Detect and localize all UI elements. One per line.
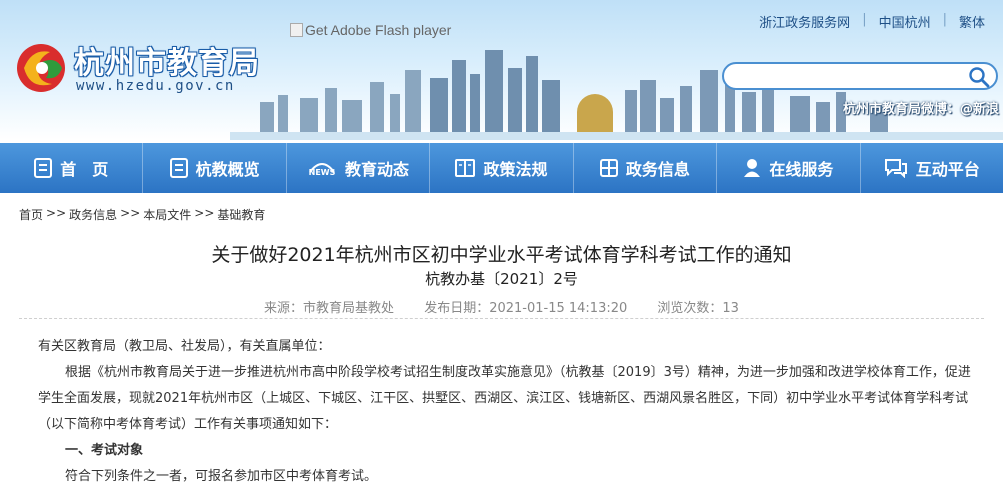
doc-icon	[169, 158, 188, 178]
section-heading: 一、考试对象	[65, 443, 144, 458]
link-china-hangzhou[interactable]: 中国杭州	[879, 12, 931, 31]
site-name: 杭州市教育局	[74, 46, 260, 81]
link-zhejiang-gov[interactable]: 浙江政务服务网	[759, 12, 850, 31]
weibo-link[interactable]: 杭州市教育局微博：@新浪	[843, 98, 999, 117]
salutation: 有关区教育局（教卫局、社发局），有关直属单位：	[38, 339, 331, 354]
flash-alt-text: Get Adobe Flash player	[305, 22, 452, 38]
nav-interaction[interactable]: 互动平台	[861, 143, 1003, 193]
city-skyline-image	[230, 50, 1003, 140]
flash-player-placeholder[interactable]: Get Adobe Flash player	[290, 22, 451, 38]
article-source: 来源：市教育局基教处	[264, 301, 395, 316]
breadcrumb-home[interactable]: 首页	[19, 206, 43, 223]
broken-image-icon	[290, 23, 303, 37]
site-logo[interactable]: 杭州市教育局 www.hzedu.gov.cn	[12, 38, 272, 98]
breadcrumb: 首页 >> 政务信息 >> 本局文件 >> 基础教育	[19, 206, 265, 223]
search-icon[interactable]	[968, 66, 990, 88]
breadcrumb-basic-education[interactable]: 基础教育	[217, 206, 265, 223]
nav-home-label: 首 页	[60, 160, 109, 179]
nav-overview[interactable]: 杭教概览	[143, 143, 287, 193]
article-title: 关于做好2021年杭州市区初中学业水平考试体育学科考试工作的通知	[211, 244, 792, 266]
person-icon	[744, 159, 761, 177]
svg-text:NEWS: NEWS	[309, 168, 336, 177]
nav-policy-label: 政策法规	[483, 160, 548, 179]
nav-overview-label: 杭教概览	[195, 160, 260, 179]
nav-online-service[interactable]: 在线服务	[717, 143, 861, 193]
link-separator: |	[942, 12, 947, 27]
nav-home[interactable]: 首 页	[0, 143, 144, 193]
nav-news[interactable]: NEWS 教育动态	[287, 143, 431, 193]
doc-icon	[34, 158, 53, 178]
book-icon	[455, 159, 476, 177]
search-box	[722, 62, 998, 90]
header-banner: 杭州市教育局 www.hzedu.gov.cn Get Adobe Flash …	[0, 0, 1003, 140]
body-paragraph: 符合下列条件之一者，可报名参加市区中考体育考试。	[65, 469, 378, 484]
logo-emblem-icon	[17, 44, 65, 92]
main-nav: 首 页 杭教概览 NEWS 教育动态 政策法规 政务信息 在线服务 互动平台	[0, 143, 1003, 193]
nav-gov-info[interactable]: 政务信息	[574, 143, 718, 193]
news-icon: NEWS	[309, 163, 336, 177]
breadcrumb-separator: >>	[120, 206, 141, 220]
breadcrumb-separator: >>	[194, 206, 215, 220]
breadcrumb-separator: >>	[46, 206, 67, 220]
nav-online-service-label: 在线服务	[769, 160, 834, 179]
nav-policy[interactable]: 政策法规	[430, 143, 574, 193]
link-separator: |	[862, 12, 867, 27]
article-meta: 来源：市教育局基教处 发布日期：2021-01-15 14:13:20 浏览次数…	[0, 297, 1003, 316]
article-publish-date: 发布日期：2021-01-15 14:13:20	[424, 301, 628, 316]
article-views: 浏览次数：13	[657, 301, 739, 316]
nav-interaction-label: 互动平台	[915, 160, 980, 179]
breadcrumb-gov-info[interactable]: 政务信息	[69, 206, 117, 223]
link-traditional-chinese[interactable]: 繁体	[959, 12, 985, 31]
grid-icon	[599, 159, 618, 177]
document-number: 杭教办基〔2021〕2号	[425, 270, 578, 288]
site-url: www.hzedu.gov.cn	[76, 78, 235, 94]
top-links: 浙江政务服务网 | 中国杭州 | 繁体	[759, 12, 985, 31]
divider	[19, 318, 984, 319]
chat-icon	[884, 159, 907, 178]
search-input[interactable]	[734, 67, 958, 87]
body-paragraph: 根据《杭州市教育局关于进一步推进杭州市高中阶段学校考试招生制度改革实施意见》（杭…	[38, 365, 971, 432]
nav-news-label: 教育动态	[345, 160, 410, 179]
article-body: 有关区教育局（教卫局、社发局），有关直属单位： 根据《杭州市教育局关于进一步推进…	[38, 334, 973, 490]
breadcrumb-bureau-docs[interactable]: 本局文件	[143, 206, 191, 223]
nav-gov-info-label: 政务信息	[625, 160, 690, 179]
